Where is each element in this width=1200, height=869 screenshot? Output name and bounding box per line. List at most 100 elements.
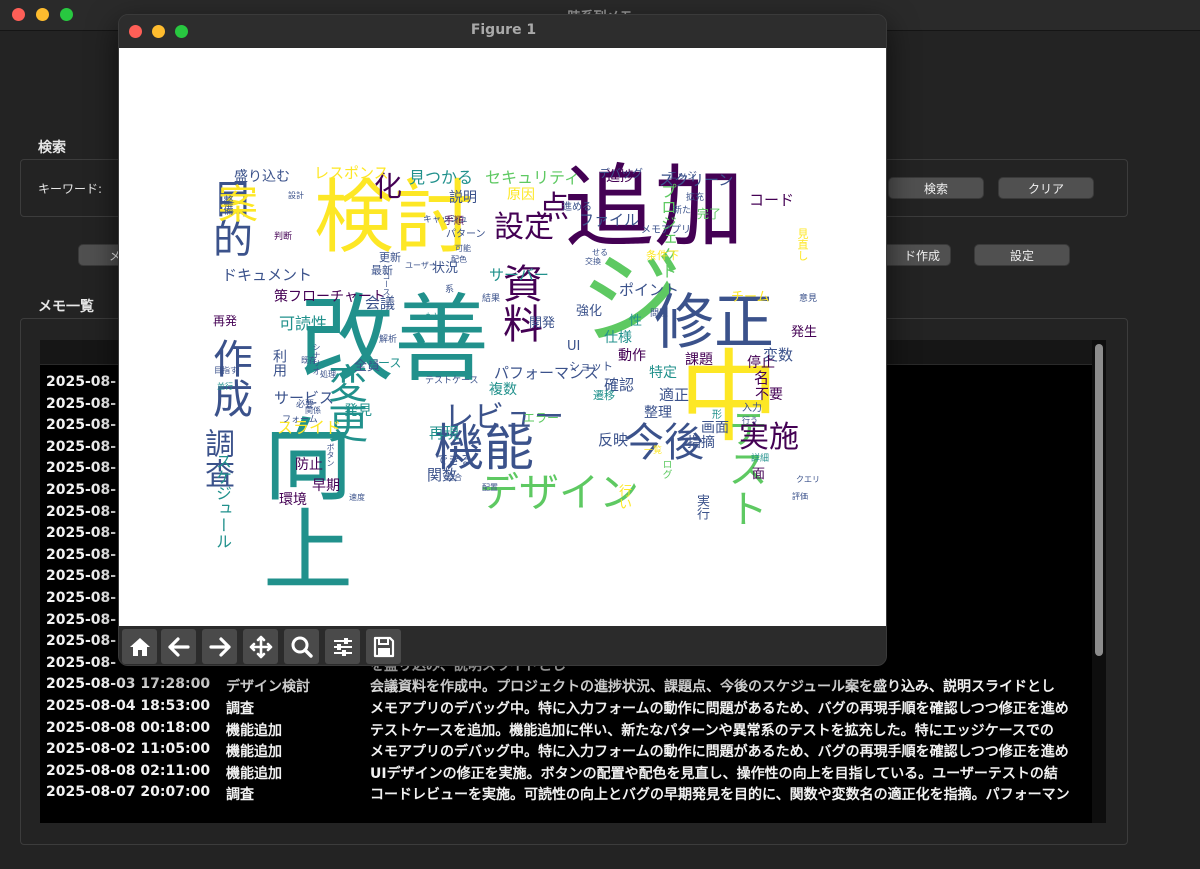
figure-toolbar [119, 626, 886, 665]
wordcloud-word: 速度 [349, 493, 365, 502]
wordcloud-word: パターン [446, 229, 486, 240]
table-row[interactable]: 2025-08-03 17:28:00 デザイン検討 会議資料を作成中。プロジェクト… [40, 674, 1088, 695]
memo-date: 2025-08- [46, 395, 117, 412]
wordcloud-word: 整備 [221, 195, 232, 215]
wordcloud-word: シナリオ [312, 343, 321, 375]
wordcloud-word: 指摘 [687, 435, 715, 451]
memo-date: 2025-08- [46, 590, 117, 606]
configure-subplots-button[interactable] [325, 629, 360, 664]
wordcloud-word: クエリ [796, 475, 820, 484]
search-button[interactable]: 検索 [888, 177, 984, 199]
wordcloud-word: 進める [562, 202, 592, 213]
wordcloud-word: 見直し [796, 228, 809, 261]
memo-date: 2025-08- [46, 374, 117, 390]
table-row[interactable]: 2025-08-08 02:11:00 機能追加 UIデザインの修正を実施。ボタンの… [40, 761, 1088, 782]
settings-button[interactable]: 設定 [974, 244, 1070, 266]
memo-list-label: メモ一覧 [38, 299, 94, 315]
table-row[interactable]: 2025-08-07 20:07:00 調査 コードレビューを実施。可読性の向上とバ… [40, 782, 1088, 803]
wordcloud-word: 整合 [446, 473, 462, 482]
wordcloud-word: 条件下 [646, 249, 679, 262]
memo-date: 2025-08- [46, 503, 117, 520]
keyword-label: キーワード: [38, 182, 103, 196]
wordcloud-word: 開発 [529, 316, 556, 331]
zoom-icon [291, 636, 313, 658]
wordcloud-word: エラー [523, 411, 560, 425]
wordcloud-canvas: 検討 追加 改善 向上中修正ジ目的案作成 調査 機能 資料 変更 今後 テスト デザイン 実施 設定点化… [119, 48, 886, 626]
wordcloud-word: 判断 [274, 232, 293, 242]
wordcloud-word: 詳細 [751, 454, 770, 464]
wordcloud-word: 説明 [449, 190, 477, 206]
scrollbar-thumb[interactable] [1095, 344, 1103, 656]
memo-date: 2025-08- [46, 568, 117, 585]
wordcloud-word: 性 [629, 314, 643, 329]
memo-date: 2025-08-07 20:07:00 [46, 784, 211, 801]
clear-button[interactable]: クリア [998, 177, 1094, 199]
wordcloud-word: 適正 [659, 386, 690, 404]
wordcloud-word: コース [382, 272, 391, 296]
wordcloud-word: 発生 [791, 325, 818, 340]
memo-text: 会議資料を作成中。プロジェクトの進捗状況、課題点、今後のスケジュール案を盛り込み… [370, 679, 1056, 696]
table-row[interactable]: 2025-08-02 11:05:00 機能追加 メモアプリのデバッグ中。特に入力フ… [40, 739, 1088, 760]
memo-date: 2025-08-02 11:05:00 [46, 741, 211, 758]
memo-date: 2025-08-08 02:11:00 [46, 762, 211, 779]
memo-date: 2025-08- [46, 633, 117, 650]
wordcloud-create-button[interactable]: ド作成 [876, 244, 951, 266]
wordcloud-word: 設計 [288, 191, 304, 200]
wordcloud-word: 解析 [379, 335, 398, 345]
wordcloud-word: 早期 [312, 478, 340, 494]
wordcloud-word: 実行 [694, 494, 709, 520]
save-button[interactable] [366, 629, 401, 664]
wordcloud-word: 原因 [507, 187, 535, 203]
wordcloud-word: 問題 [650, 309, 669, 319]
memo-date: 2025-08-08 00:18:00 [46, 719, 211, 736]
memo-date: 2025-08- [46, 525, 117, 542]
memo-date: 2025-08- [46, 611, 117, 628]
wordcloud-word: フォーム [282, 415, 318, 425]
wordcloud-word: エッジ [667, 171, 697, 182]
wordcloud-word: 名 [754, 369, 770, 387]
wordcloud-word: 目指す [214, 366, 238, 375]
wordcloud-word: 画面 [701, 420, 729, 436]
wordcloud-word: 入力 [742, 403, 762, 414]
zoom-button[interactable] [284, 629, 319, 664]
wordcloud-word: 防止 [295, 457, 323, 473]
back-icon [168, 637, 190, 657]
wordcloud-word: 結果 [482, 294, 501, 304]
wordcloud-word: 配色 [451, 255, 467, 264]
table-row[interactable]: 2025-08-08 00:18:00 機能追加 テストケースを追加。機能追加に伴い… [40, 718, 1088, 739]
wordcloud-word: 盛り込む [234, 169, 290, 185]
table-row[interactable]: 2025-08-04 18:53:00 調査 メモアプリのデバッグ中。特に入力フォー… [40, 696, 1088, 717]
wordcloud-word: 動作 [618, 348, 646, 364]
wordcloud-word: テストケース [425, 376, 479, 386]
wordcloud-word: もと [425, 312, 441, 321]
back-button[interactable] [161, 629, 196, 664]
wordcloud-word: 見つかる [409, 168, 474, 187]
home-button[interactable] [122, 629, 157, 664]
wordcloud-word: 評価 [792, 492, 808, 501]
wordcloud-word: ドキュメント [222, 266, 313, 284]
forward-button[interactable] [202, 629, 237, 664]
wordcloud-word: 更新 [379, 251, 401, 264]
pan-button[interactable] [243, 629, 278, 664]
memo-date: 2025-08- [46, 654, 117, 671]
memo-category: 機能追加 [226, 744, 282, 761]
memo-date: 2025-08- [46, 438, 117, 455]
wordcloud-word: 実施 [739, 420, 799, 455]
wordcloud-word: ケース [366, 356, 402, 370]
wordcloud-word: 完了 [697, 207, 722, 221]
wordcloud-word: 処理 [320, 370, 336, 379]
memo-text: UIデザインの修正を実施。ボタンの配置や配色を見直し、操作性の向上を目指している… [370, 765, 1058, 782]
wordcloud-word: 利用 [271, 349, 287, 377]
wordcloud-word: 一覧 [644, 446, 663, 456]
wordcloud-word: デバッグ [599, 167, 643, 180]
pan-icon [249, 635, 273, 659]
wordcloud-word: 整理 [644, 405, 672, 421]
memo-date: 2025-08-03 17:28:00 [46, 676, 211, 693]
figure-title: Figure 1 [470, 22, 537, 38]
memo-date: 2025-08- [46, 546, 117, 563]
wordcloud-word: 反映 [598, 431, 629, 449]
memo-text: メモアプリのデバッグ中。特に入力フォームの動作に問題があるため、バグの再現手順を… [370, 744, 1069, 761]
wordcloud-word: キャッシュ [423, 215, 469, 225]
forward-icon [209, 637, 231, 657]
wordcloud-word: スケジュール [213, 453, 232, 549]
